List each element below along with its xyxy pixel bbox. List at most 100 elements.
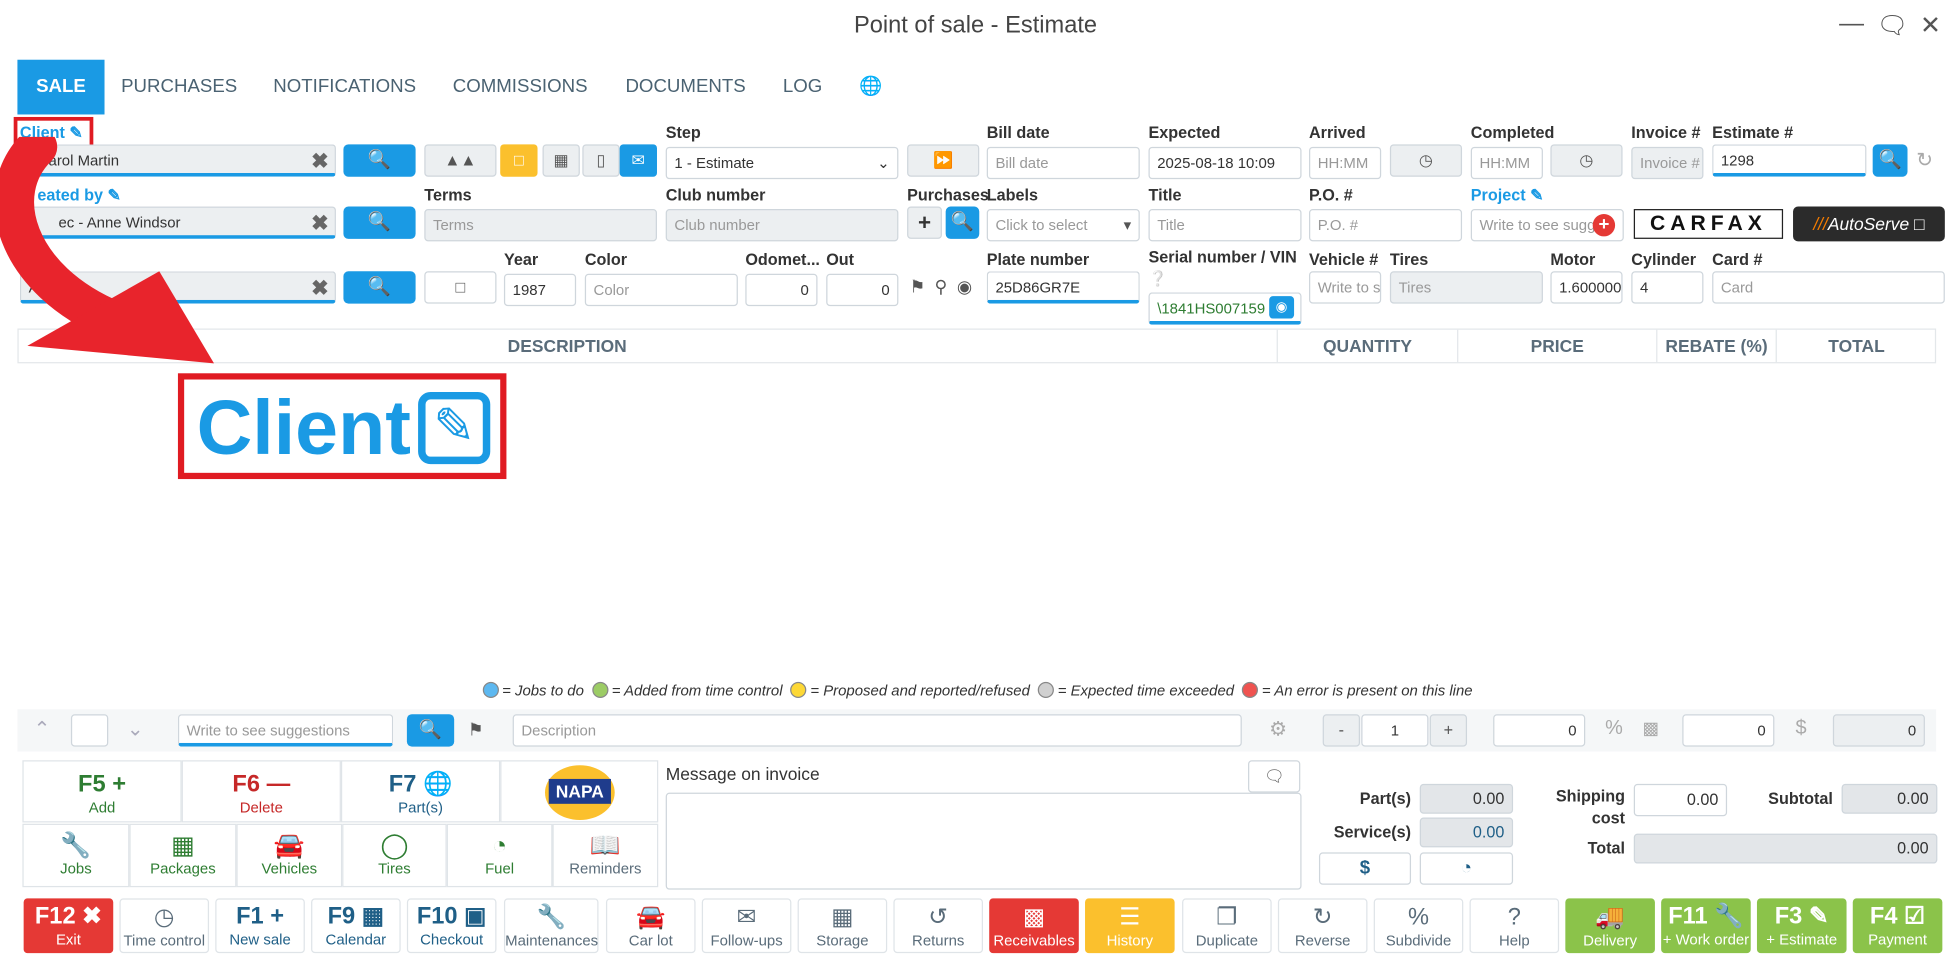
completed-input[interactable]: HH:MM [1470,146,1543,180]
col-quantity[interactable]: QUANTITY [1276,329,1457,363]
calendar-button[interactable]: F9 ▦ Calendar [311,898,401,954]
chevron-down-icon[interactable]: ⌄ [127,717,144,742]
club-number-input[interactable]: Club number [665,209,899,242]
tab-documents[interactable]: DOCUMENTS [612,60,759,115]
step-select[interactable]: 1 - Estimate ⌄ [665,146,899,180]
subdivide-button[interactable]: % Subdivide [1373,898,1464,954]
receivables-button[interactable]: ▩ Receivables [989,898,1079,954]
percent-icon[interactable]: % [1605,718,1623,740]
tab-purchases[interactable]: PURCHASES [109,60,248,115]
history-button[interactable]: ☰ History [1085,898,1175,954]
clear-client-icon[interactable]: ✖ [311,149,329,174]
carfax-logo[interactable]: CARFAX [1633,209,1784,239]
payment-button[interactable]: F4 ☑ Payment [1852,898,1943,954]
clock-icon[interactable]: ◷ [1389,144,1463,177]
new-sale-button[interactable]: F1 + New sale [215,898,305,954]
tag-icon[interactable]: ⚑ [910,276,926,297]
eye-icon[interactable]: ◉ [957,276,972,297]
labels-select[interactable]: Click to select ▾ [986,209,1140,242]
add-project-icon[interactable]: + [1592,214,1616,237]
odometer-input[interactable]: 0 [745,273,818,307]
clear-vehicle-icon[interactable]: ✖ [311,276,329,301]
qty-plus-button[interactable]: + [1429,714,1468,747]
autoserve-logo[interactable]: ///AutoServe □ [1793,206,1945,242]
color-input[interactable]: Color [584,273,738,307]
help-button[interactable]: ? Help [1469,898,1560,954]
add-purchase-button[interactable]: + [907,206,942,239]
exit-button[interactable]: F12 ✖ Exit [23,898,114,954]
parts-button[interactable]: F7 🌐 Part(s) [340,760,501,823]
search-estimate-button[interactable]: 🔍 [1872,144,1908,177]
globe-icon[interactable]: 🌐 [846,60,896,115]
returns-button[interactable]: ↺ Returns [893,898,983,954]
minimize-icon[interactable]: — [1839,10,1864,39]
vehicles-button[interactable]: 🚘 Vehicles [236,823,343,888]
message-textarea[interactable] [665,792,1302,890]
col-description[interactable]: DESCRIPTION [508,330,627,362]
search-vehicle-button[interactable]: 🔍 [343,271,416,304]
tab-notifications[interactable]: NOTIFICATIONS [261,60,428,115]
clear-created-by-icon[interactable]: ✖ [311,212,329,237]
tag-icon[interactable]: ⚑ [468,719,484,740]
title-input[interactable]: Title [1148,209,1302,242]
col-total[interactable]: TOTAL [1775,329,1937,363]
cylinder-input[interactable]: 4 [1631,271,1704,304]
fast-forward-icon[interactable]: ⏩ [907,144,980,177]
packages-button[interactable]: ▦ Packages [129,823,237,888]
duplicate-button[interactable]: ❐ Duplicate [1182,898,1272,954]
gear-icon[interactable]: ⚙ [1269,717,1287,742]
search-created-by-button[interactable]: 🔍 [343,206,416,239]
pie-chart-icon[interactable]: ◔ [1419,852,1514,885]
card-input[interactable]: Card [1712,271,1945,304]
help-icon[interactable]: ❔ [1148,270,1167,287]
comment-icon[interactable]: 🗨 [1248,760,1301,793]
search-client-button[interactable]: 🔍 [343,144,416,177]
sticky-note-icon[interactable]: □ [424,271,497,304]
estimate-button[interactable]: F3 ✎ + Estimate [1756,898,1847,954]
tab-commissions[interactable]: COMMISSIONS [440,60,599,115]
search-purchases-button[interactable]: 🔍 [945,206,980,239]
tab-sale[interactable]: SALE [17,59,105,115]
rebate-input[interactable]: 0 [1493,714,1586,747]
year-input[interactable]: 1987 [503,273,577,307]
tab-log[interactable]: LOG [771,60,833,115]
qty-minus-button[interactable]: - [1322,714,1361,747]
calendar-icon[interactable]: ▦ [542,144,580,177]
po-input[interactable]: P.O. # [1309,209,1463,242]
tires-button[interactable]: ◯ Tires [342,823,447,888]
price-input[interactable]: 0 [1682,714,1775,747]
car-lot-button[interactable]: 🚘 Car lot [605,898,696,954]
note-icon[interactable]: □ [500,144,538,177]
close-icon[interactable]: ✕ [1920,10,1941,41]
motor-input[interactable]: 1.600000 [1550,271,1623,304]
search-line-button[interactable]: 🔍 [406,714,455,747]
col-rebate[interactable]: REBATE (%) [1656,329,1775,363]
odometer-out-input[interactable]: 0 [826,273,899,307]
invoice-input[interactable]: Invoice # [1631,146,1704,180]
chat-icon[interactable]: 🗨 [1876,10,1908,41]
expected-input[interactable]: 2025-08-18 10:09 [1148,146,1302,180]
work-order-button[interactable]: F11 🔧 + Work order [1661,898,1751,954]
clock-icon[interactable]: ◷ [1550,144,1623,177]
tires-input[interactable]: Tires [1389,271,1543,304]
dollar-icon[interactable]: $ [1796,718,1807,740]
project-label[interactable]: Project ✎ [1471,185,1544,205]
key-search-icon[interactable]: ⚲ [934,276,947,297]
suggest-input[interactable]: Write to see suggestions [177,714,394,747]
maintenances-button[interactable]: 🔧 Maintenances [503,898,599,954]
follow-ups-button[interactable]: ✉ Follow-ups [701,898,792,954]
storage-button[interactable]: ▦ Storage [797,898,888,954]
arrived-input[interactable]: HH:MM [1309,146,1382,180]
shipping-input[interactable]: 0.00 [1633,783,1728,817]
add-button[interactable]: F5 + Add [22,760,182,823]
fuel-button[interactable]: ◔ Fuel [446,823,553,888]
cash-icon[interactable]: ▩ [1642,718,1658,739]
description-input[interactable]: Description [512,714,1242,747]
jobs-button[interactable]: 🔧 Jobs [22,823,130,888]
plate-input[interactable]: 25D86GR7E [986,271,1140,304]
dollar-button[interactable]: $ [1318,852,1412,885]
reminders-button[interactable]: 📖 Reminders [552,823,659,888]
napa-button[interactable]: NAPA [500,760,659,823]
bill-date-input[interactable]: Bill date [986,146,1140,180]
reverse-button[interactable]: ↻ Reverse [1277,898,1368,954]
